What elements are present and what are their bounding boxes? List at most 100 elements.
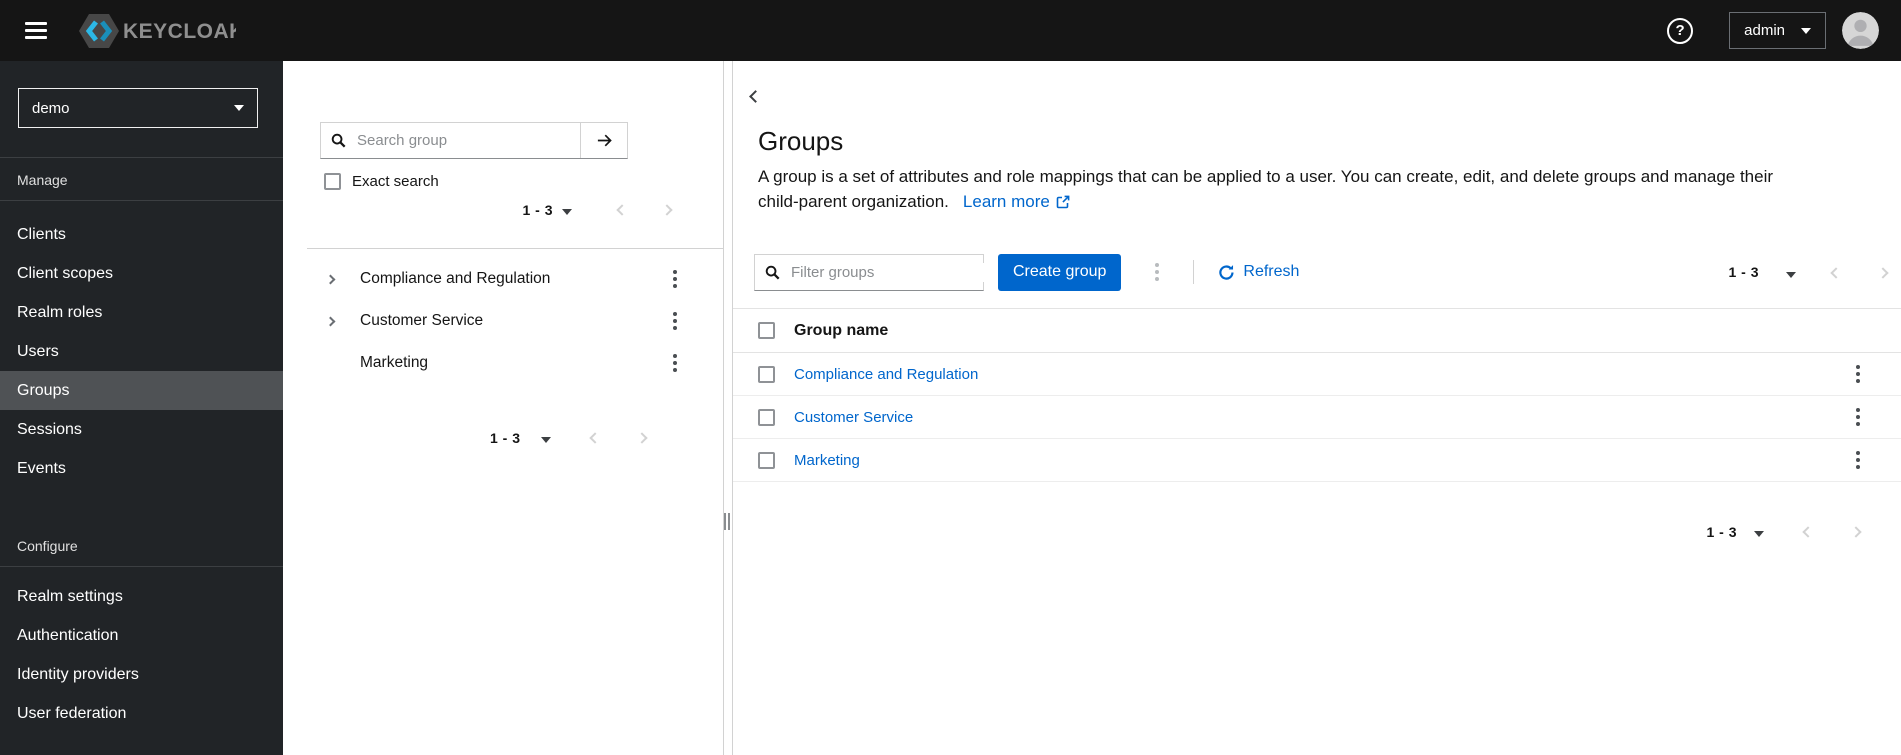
hamburger-menu-button[interactable] — [16, 11, 56, 51]
tree-item-label[interactable]: Compliance and Regulation — [360, 270, 665, 288]
tree-item-marketing[interactable]: Marketing — [283, 342, 723, 384]
sidebar-item-user-federation[interactable]: User federation — [0, 694, 283, 733]
keycloak-logo[interactable]: KEYCLOAK — [78, 11, 236, 51]
help-icon[interactable]: ? — [1667, 17, 1694, 44]
pagination-range: 1 - 3 — [490, 429, 521, 446]
pagination-range: 1 - 3 — [1728, 264, 1759, 280]
chevron-right-icon — [1877, 266, 1889, 279]
pagination-next-button[interactable] — [635, 430, 648, 445]
sidebar: demo Manage Clients Client scopes Realm … — [0, 61, 283, 755]
sidebar-item-clients[interactable]: Clients — [0, 215, 283, 254]
chevron-right-icon — [1850, 526, 1862, 538]
chevron-right-icon — [325, 274, 336, 284]
sidebar-item-groups[interactable]: Groups — [0, 371, 283, 410]
pagination-prev-button[interactable] — [616, 202, 628, 217]
group-link-compliance-and-regulation[interactable]: Compliance and Regulation — [794, 366, 1848, 383]
expand-toggle-button[interactable] — [325, 316, 341, 326]
pagination-menu-toggle[interactable] — [1786, 266, 1796, 281]
pagination-prev-button[interactable] — [1802, 524, 1814, 539]
filter-groups-input[interactable] — [789, 262, 992, 282]
caret-down-icon — [1754, 531, 1764, 537]
pagination-prev-button[interactable] — [588, 430, 601, 445]
group-search — [320, 122, 628, 159]
row-kebab-menu-button[interactable] — [1848, 360, 1868, 388]
nav-list-manage: Clients Client scopes Realm roles Users … — [0, 215, 283, 488]
tree-item-label[interactable]: Marketing — [360, 354, 665, 372]
pagination-menu-toggle[interactable] — [562, 203, 572, 218]
row-checkbox[interactable] — [758, 451, 775, 469]
panel-resize-handle[interactable] — [724, 513, 730, 530]
group-tree-list: Compliance and Regulation Customer Servi… — [283, 258, 723, 384]
search-icon — [765, 265, 780, 279]
group-link-customer-service[interactable]: Customer Service — [794, 409, 1848, 426]
toolbar-divider — [1193, 260, 1195, 284]
row-checkbox[interactable] — [758, 408, 775, 426]
expand-toggle-button[interactable] — [325, 274, 341, 284]
realm-selector[interactable]: demo — [18, 88, 258, 128]
kebab-menu-button[interactable] — [665, 349, 685, 377]
sidebar-item-sessions[interactable]: Sessions — [0, 410, 283, 449]
avatar-icon — [1842, 12, 1879, 49]
sidebar-item-users[interactable]: Users — [0, 332, 283, 371]
toolbar-kebab-menu-button[interactable] — [1147, 258, 1167, 286]
page-header: Groups A group is a set of attributes an… — [758, 125, 1861, 214]
collapse-panel-button[interactable] — [747, 85, 764, 108]
caret-down-icon — [540, 437, 551, 443]
pagination-next-button[interactable] — [1850, 524, 1862, 539]
row-kebab-menu-button[interactable] — [1848, 403, 1868, 431]
select-all-checkbox[interactable] — [758, 322, 775, 339]
table-row: Marketing — [733, 439, 1901, 482]
table-row: Customer Service — [733, 396, 1901, 439]
tree-item-label[interactable]: Customer Service — [360, 312, 665, 330]
group-search-field — [321, 123, 580, 158]
external-link-icon — [1056, 195, 1070, 208]
table-header-row: Group name — [733, 308, 1901, 353]
svg-text:KEYCLOAK: KEYCLOAK — [123, 20, 236, 43]
masthead: KEYCLOAK ? admin — [0, 0, 1901, 61]
pagination-next-button[interactable] — [661, 202, 673, 217]
pagination-prev-button[interactable] — [1830, 265, 1842, 280]
kebab-menu-button[interactable] — [665, 307, 685, 335]
exact-search-checkbox[interactable] — [324, 173, 341, 190]
tree-pagination-top: 1 - 3 — [522, 201, 673, 218]
chevron-left-icon — [1802, 526, 1814, 538]
filter-groups-control — [754, 253, 1020, 291]
hamburger-icon — [25, 22, 47, 25]
pagination-range: 1 - 3 — [522, 201, 553, 218]
learn-more-link[interactable]: Learn more — [963, 189, 1070, 214]
tree-pagination-bottom: 1 - 3 — [490, 429, 648, 446]
arrow-right-icon — [597, 134, 612, 147]
pagination-menu-toggle[interactable] — [540, 431, 551, 446]
row-kebab-menu-button[interactable] — [1848, 446, 1868, 474]
groups-toolbar: Create group Refresh 1 - 3 — [754, 253, 1889, 291]
create-group-button[interactable]: Create group — [998, 253, 1122, 291]
sidebar-item-realm-settings[interactable]: Realm settings — [0, 577, 283, 616]
page-title: Groups — [758, 126, 844, 156]
sidebar-item-events[interactable]: Events — [0, 449, 283, 488]
chevron-left-icon — [749, 90, 762, 103]
nav-section-manage: Manage — [0, 157, 283, 201]
refresh-button[interactable]: Refresh — [1218, 263, 1299, 281]
avatar[interactable] — [1842, 12, 1879, 49]
tree-item-customer-service[interactable]: Customer Service — [283, 300, 723, 342]
groups-table: Group name Compliance and Regulation Cus… — [733, 308, 1901, 482]
group-link-marketing[interactable]: Marketing — [794, 452, 1848, 469]
sidebar-item-authentication[interactable]: Authentication — [0, 616, 283, 655]
chevron-left-icon — [616, 204, 628, 216]
tree-item-compliance-and-regulation[interactable]: Compliance and Regulation — [283, 258, 723, 300]
table-row: Compliance and Regulation — [733, 353, 1901, 396]
sidebar-item-identity-providers[interactable]: Identity providers — [0, 655, 283, 694]
pagination-menu-toggle[interactable] — [1754, 525, 1764, 540]
chevron-down-icon — [234, 105, 244, 111]
refresh-label: Refresh — [1243, 263, 1300, 280]
kebab-menu-button[interactable] — [665, 265, 685, 293]
pagination-next-button[interactable] — [1877, 265, 1889, 280]
group-search-input[interactable] — [355, 131, 570, 150]
chevron-left-icon — [588, 432, 601, 444]
sidebar-item-realm-roles[interactable]: Realm roles — [0, 293, 283, 332]
table-pagination-bottom: 1 - 3 — [1706, 523, 1862, 540]
sidebar-item-client-scopes[interactable]: Client scopes — [0, 254, 283, 293]
user-menu-dropdown[interactable]: admin — [1729, 12, 1826, 49]
row-checkbox[interactable] — [758, 365, 775, 383]
group-search-submit-button[interactable] — [580, 123, 627, 158]
